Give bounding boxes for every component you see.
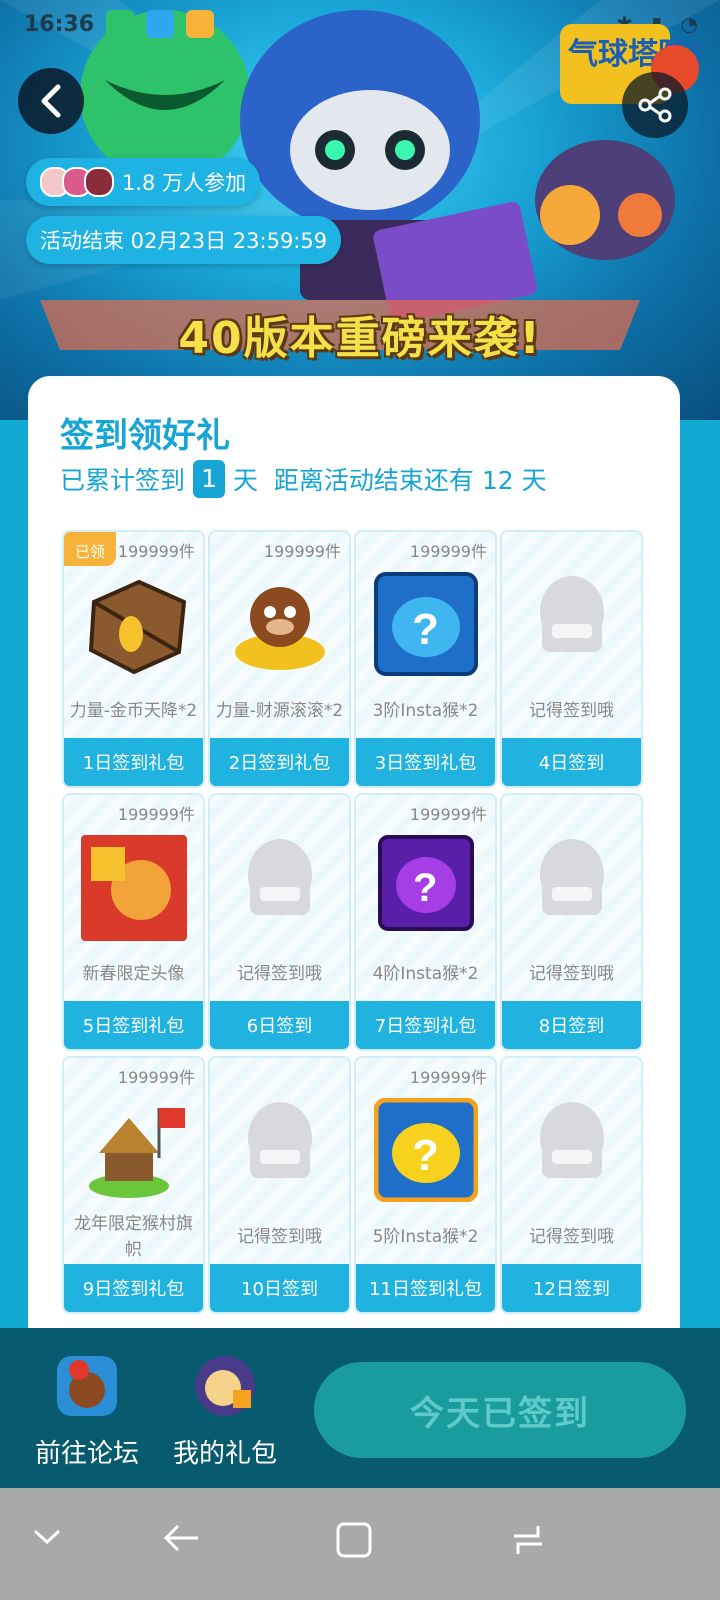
reward-cell[interactable]: 记得签到哦 12日签到 xyxy=(500,1056,643,1314)
progress-suffix: 天 距离活动结束还有 12 天 xyxy=(233,466,547,495)
svg-text:?: ? xyxy=(412,605,439,654)
folder-app-icon xyxy=(186,10,215,38)
reward-count: 199999件 xyxy=(117,542,195,561)
reward-cell[interactable]: 199999件 ? 5阶Insta猴*2 11日签到礼包 xyxy=(354,1056,497,1314)
reward-name: 3阶Insta猴*2 xyxy=(372,701,479,721)
village-flag-icon xyxy=(64,1098,203,1202)
reward-cell[interactable]: 已领 199999件 力量-金币天降*2 1日签到礼包 xyxy=(62,530,205,788)
checkin-progress: 已累计签到 1 天 距离活动结束还有 12 天 xyxy=(60,460,547,498)
my-gifts-label: 我的礼包 xyxy=(172,1439,277,1469)
share-button[interactable] xyxy=(622,72,688,138)
reward-name: 记得签到哦 xyxy=(237,1227,322,1247)
back-button[interactable] xyxy=(18,68,84,134)
reward-day-label: 10日签到 xyxy=(210,1264,349,1312)
placeholder-icon xyxy=(502,572,641,676)
reward-day-label: 5日签到礼包 xyxy=(64,1001,203,1049)
placeholder-icon xyxy=(210,835,349,939)
insta-monkey-yellow-icon: ? xyxy=(356,1098,495,1202)
reward-name: 记得签到哦 xyxy=(237,964,322,984)
forum-button[interactable]: 前往论坛 xyxy=(22,1356,152,1470)
reward-name: 5阶Insta猴*2 xyxy=(372,1227,479,1247)
reward-cell[interactable]: 记得签到哦 6日签到 xyxy=(208,793,351,1051)
reward-name: 龙年限定猴村旗帜 xyxy=(74,1214,193,1260)
reward-day-label: 1日签到礼包 xyxy=(64,738,203,786)
share-icon xyxy=(638,87,672,123)
reward-cell[interactable]: 199999件 力量-财源滚滚*2 2日签到礼包 xyxy=(208,530,351,788)
hero-banner: 16:36 ✱ ▮ ◔ 气球塔防6 1.8 万人参加 活动结束 02月23日 2… xyxy=(0,0,720,420)
chevron-down-icon[interactable] xyxy=(30,1520,64,1554)
participants-badge: 1.8 万人参加 xyxy=(26,158,261,206)
reward-count: 199999件 xyxy=(409,1068,487,1087)
reward-day-label: 11日签到礼包 xyxy=(356,1264,495,1312)
bottom-action-bar: 前往论坛 我的礼包 今天已签到 xyxy=(0,1328,720,1488)
reward-day-label: 12日签到 xyxy=(502,1264,641,1312)
my-gifts-button[interactable]: 我的礼包 xyxy=(160,1356,290,1470)
reward-name: 新春限定头像 xyxy=(82,964,185,984)
placeholder-icon xyxy=(502,1098,641,1202)
reward-cell[interactable]: 记得签到哦 10日签到 xyxy=(208,1056,351,1314)
reward-cell[interactable]: 记得签到哦 4日签到 xyxy=(500,530,643,788)
reward-count: 199999件 xyxy=(117,1068,195,1087)
reward-cell[interactable]: 记得签到哦 8日签到 xyxy=(500,793,643,1051)
days-count: 1 xyxy=(193,460,226,498)
reward-cell[interactable]: 199999件 龙年限定猴村旗帜 9日签到礼包 xyxy=(62,1056,205,1314)
shield-app-icon xyxy=(106,10,135,38)
reward-day-label: 3日签到礼包 xyxy=(356,738,495,786)
checkin-grid: 已领 199999件 力量-金币天降*2 1日签到礼包 199999件 力量-财… xyxy=(62,530,644,1314)
reward-day-label: 6日签到 xyxy=(210,1001,349,1049)
checkin-card: 签到领好礼 已累计签到 1 天 距离活动结束还有 12 天 已领 199999件… xyxy=(28,376,680,1376)
new-year-avatar-icon xyxy=(64,835,203,941)
forum-label: 前往论坛 xyxy=(34,1439,139,1469)
reward-cell[interactable]: 199999件 ? 4阶Insta猴*2 7日签到礼包 xyxy=(354,793,497,1051)
checkin-title: 签到领好礼 xyxy=(60,416,230,456)
recent-apps-icon[interactable] xyxy=(508,1520,548,1560)
reward-name: 力量-金币天降*2 xyxy=(69,701,198,721)
reward-day-label: 4日签到 xyxy=(502,738,641,786)
system-nav-bar xyxy=(0,1488,720,1600)
reward-count: 199999件 xyxy=(117,805,195,824)
reward-cell[interactable]: 199999件 新春限定头像 5日签到礼包 xyxy=(62,793,205,1051)
placeholder-icon xyxy=(210,1098,349,1202)
back-nav-icon[interactable] xyxy=(160,1520,204,1560)
reward-name: 记得签到哦 xyxy=(529,701,614,721)
shopping-bag-icon xyxy=(146,10,175,38)
crate-icon xyxy=(64,572,203,676)
reward-name: 记得签到哦 xyxy=(529,964,614,984)
reward-count: 199999件 xyxy=(409,805,487,824)
reward-name: 记得签到哦 xyxy=(529,1227,614,1247)
event-end-badge: 活动结束 02月23日 23:59:59 xyxy=(26,216,342,264)
insta-monkey-purple-icon: ? xyxy=(356,835,495,939)
reward-name: 力量-财源滚滚*2 xyxy=(215,701,344,721)
reward-day-label: 8日签到 xyxy=(502,1001,641,1049)
money-monkey-icon xyxy=(210,572,349,676)
reward-day-label: 7日签到礼包 xyxy=(356,1001,495,1049)
forum-game-icon xyxy=(57,1356,117,1416)
placeholder-icon xyxy=(502,835,641,939)
reward-day-label: 9日签到礼包 xyxy=(64,1264,203,1312)
participants-count: 1.8 万人参加 xyxy=(122,171,247,195)
banner-title: 40版本重磅来袭! xyxy=(178,313,542,364)
reward-day-label: 2日签到礼包 xyxy=(210,738,349,786)
claimed-badge: 已领 xyxy=(64,532,116,566)
svg-text:?: ? xyxy=(413,866,437,910)
gift-avatar-icon xyxy=(195,1356,255,1416)
insta-monkey-blue-icon: ? xyxy=(356,572,495,676)
chevron-left-icon xyxy=(41,84,61,118)
reward-count: 199999件 xyxy=(263,542,341,561)
progress-prefix: 已累计签到 xyxy=(60,466,186,495)
checkin-button[interactable]: 今天已签到 xyxy=(314,1362,686,1458)
participant-avatars xyxy=(40,167,114,197)
reward-name: 4阶Insta猴*2 xyxy=(372,964,479,984)
reward-cell[interactable]: 199999件 ? 3阶Insta猴*2 3日签到礼包 xyxy=(354,530,497,788)
event-end-time: 活动结束 02月23日 23:59:59 xyxy=(40,229,328,253)
home-nav-icon[interactable] xyxy=(334,1520,374,1560)
status-time: 16:36 xyxy=(24,11,95,37)
svg-text:?: ? xyxy=(412,1131,439,1180)
reward-count: 199999件 xyxy=(409,542,487,561)
